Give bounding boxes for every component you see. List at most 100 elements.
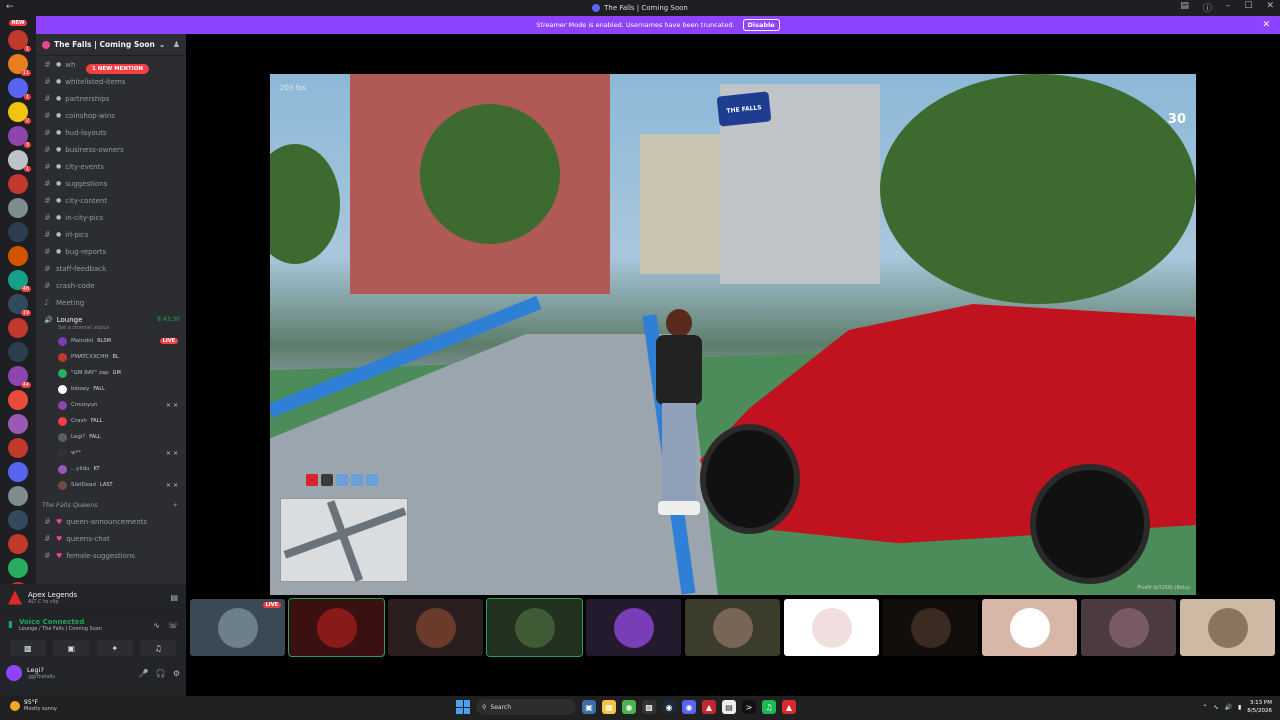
help-icon[interactable]: ⓘ bbox=[1203, 1, 1212, 14]
channel-item[interactable]: # ● business-owners bbox=[36, 141, 186, 158]
server-icon[interactable] bbox=[8, 414, 28, 434]
chrome-icon[interactable]: ◉ bbox=[622, 700, 636, 714]
voice-user[interactable]: Legi? FALL bbox=[36, 429, 186, 445]
server-icon[interactable] bbox=[8, 318, 28, 338]
disable-button[interactable]: Disable bbox=[742, 19, 780, 31]
participant-tile[interactable] bbox=[586, 599, 681, 656]
server-icon[interactable] bbox=[8, 174, 28, 194]
server-icon[interactable] bbox=[8, 342, 28, 362]
close-window-button[interactable]: ✕ bbox=[1266, 1, 1274, 14]
app-icon[interactable]: ▩ bbox=[642, 700, 656, 714]
participant-tile[interactable] bbox=[486, 598, 583, 657]
new-badge-top[interactable]: NEW bbox=[9, 20, 27, 26]
voice-user[interactable]: ...yildu KT bbox=[36, 461, 186, 477]
voice-user[interactable]: Mainskii RLSM LIVE bbox=[36, 333, 186, 349]
participant-tile[interactable] bbox=[982, 599, 1077, 656]
channel-item[interactable]: # ● city-events bbox=[36, 158, 186, 175]
add-user-icon[interactable]: ♟ bbox=[173, 40, 180, 49]
back-arrow-icon[interactable]: ← bbox=[6, 2, 14, 12]
inbox-icon[interactable]: ▤ bbox=[1180, 1, 1189, 14]
channel-item[interactable]: # ● irl-pics bbox=[36, 226, 186, 243]
server-icon[interactable]: 1 bbox=[8, 78, 31, 100]
server-icon[interactable] bbox=[8, 534, 28, 554]
server-icon[interactable]: 2 bbox=[8, 102, 31, 124]
volume-icon[interactable]: 🔊 bbox=[1225, 704, 1232, 711]
participant-tile[interactable] bbox=[883, 599, 978, 656]
server-icon[interactable]: 48 bbox=[8, 270, 31, 292]
mic-icon[interactable]: 🎤 bbox=[139, 669, 149, 678]
close-banner-icon[interactable]: ✕ bbox=[1262, 20, 1270, 30]
server-icon[interactable] bbox=[8, 486, 28, 506]
file-explorer-icon[interactable]: ▦ bbox=[602, 700, 616, 714]
channel-item[interactable]: # ♥ queen-announcements bbox=[36, 513, 186, 530]
activity-settings-icon[interactable]: ▤ bbox=[170, 593, 178, 602]
participant-tile[interactable] bbox=[784, 599, 879, 656]
channel-item[interactable]: # ● whitelisted-items bbox=[36, 73, 186, 90]
channel-item[interactable]: # ● partnerships bbox=[36, 90, 186, 107]
screen-share-button[interactable]: ▣ bbox=[53, 640, 90, 656]
channel-item[interactable]: # ● hud-layouts bbox=[36, 124, 186, 141]
server-icon[interactable] bbox=[8, 246, 28, 266]
notepad-icon[interactable]: ▤ bbox=[722, 700, 736, 714]
channel-status[interactable]: Set a channel status bbox=[36, 325, 186, 331]
voice-user[interactable]: Crash FALL bbox=[36, 413, 186, 429]
task-view-icon[interactable]: ▣ bbox=[582, 700, 596, 714]
discord-icon[interactable]: ◉ bbox=[682, 700, 696, 714]
channel-item[interactable]: # ● coinshop-wins bbox=[36, 107, 186, 124]
server-icon[interactable]: 1 bbox=[8, 150, 31, 172]
disconnect-icon[interactable]: ☏ bbox=[168, 621, 178, 630]
settings-gear-icon[interactable]: ⚙ bbox=[173, 669, 180, 678]
channel-item[interactable]: # ● in-city-pics bbox=[36, 209, 186, 226]
noise-suppression-icon[interactable]: ∿ bbox=[153, 621, 160, 630]
participant-tile[interactable] bbox=[388, 599, 483, 656]
signal-icon[interactable]: ▮ bbox=[8, 620, 13, 630]
voice-user[interactable]: "GM RAY" zap GM bbox=[36, 365, 186, 381]
windows-start-icon[interactable] bbox=[456, 700, 470, 714]
activities-button[interactable]: ✦ bbox=[96, 640, 133, 656]
server-icon[interactable] bbox=[8, 510, 28, 530]
server-icon[interactable] bbox=[8, 462, 28, 482]
server-icon[interactable] bbox=[8, 558, 28, 578]
terminal-icon[interactable]: > bbox=[742, 700, 756, 714]
game-launcher-icon[interactable]: ▲ bbox=[702, 700, 716, 714]
voice-user[interactable]: SlatDead LAST ✕ ✕ bbox=[36, 477, 186, 493]
server-icon[interactable]: 1 bbox=[8, 30, 31, 52]
server-icon[interactable]: 19 bbox=[8, 294, 31, 316]
participant-tile[interactable] bbox=[1081, 599, 1176, 656]
voice-user[interactable]: PMATCXXCHH BL bbox=[36, 349, 186, 365]
participant-tile[interactable] bbox=[288, 598, 385, 657]
voice-connected-sub[interactable]: Lounge / The Falls | Coming Soon bbox=[19, 626, 102, 632]
avatar[interactable] bbox=[6, 665, 22, 681]
channel-item[interactable]: # ♥ female-suggestions bbox=[36, 547, 186, 564]
wifi-icon[interactable]: ∿ bbox=[1213, 704, 1218, 711]
channel-item[interactable]: # ● city-content bbox=[36, 192, 186, 209]
battery-icon[interactable]: ▮ bbox=[1238, 704, 1241, 711]
game-stream-video[interactable]: 203 fps THE FALLS 30 FiveM (b3258) (Beta… bbox=[270, 74, 1196, 595]
server-icon[interactable] bbox=[8, 222, 28, 242]
live-badge[interactable]: LIVE bbox=[159, 338, 178, 344]
server-icon[interactable]: 11 bbox=[8, 54, 31, 76]
tray-chevron-icon[interactable]: ⌃ bbox=[1202, 704, 1207, 711]
participant-tile[interactable] bbox=[685, 599, 780, 656]
server-icon[interactable] bbox=[8, 390, 28, 410]
voice-user[interactable]: w** ✕ ✕ bbox=[36, 445, 186, 461]
channel-item[interactable]: ♪ Meeting bbox=[36, 294, 186, 311]
server-icon[interactable]: 44 bbox=[8, 366, 31, 388]
channel-item[interactable]: # crash-code bbox=[36, 277, 186, 294]
channel-item[interactable]: # ● bug-reports bbox=[36, 243, 186, 260]
clock[interactable]: 3:13 PM 8/5/2026 bbox=[1247, 699, 1272, 715]
camera-off-button[interactable]: ▩ bbox=[9, 640, 46, 656]
spotify-icon[interactable]: ♫ bbox=[762, 700, 776, 714]
voice-user[interactable]: blooey FALL bbox=[36, 381, 186, 397]
channel-item[interactable]: # ● suggestions bbox=[36, 175, 186, 192]
server-icon[interactable]: 3 bbox=[8, 126, 31, 148]
minimize-button[interactable]: – bbox=[1226, 1, 1231, 14]
maximize-button[interactable]: ☐ bbox=[1244, 1, 1252, 14]
taskbar-search[interactable]: ⚲ Search bbox=[476, 699, 576, 715]
new-mention-pill[interactable]: 1 NEW MENTION bbox=[86, 64, 149, 74]
apex-taskbar-icon[interactable]: ▲ bbox=[782, 700, 796, 714]
server-icon[interactable] bbox=[8, 198, 28, 218]
soundboard-button[interactable]: ♫ bbox=[140, 640, 177, 656]
headset-icon[interactable]: 🎧 bbox=[156, 669, 166, 678]
activity-row[interactable]: Apex Legends ALT C to clip ▤ bbox=[0, 584, 186, 612]
